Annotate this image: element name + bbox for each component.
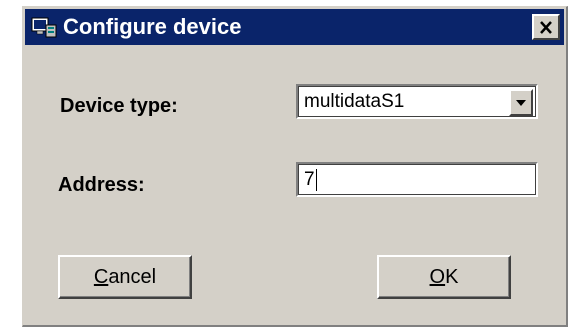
- dropdown-button[interactable]: [509, 89, 533, 116]
- device-config-icon: [29, 12, 59, 42]
- configure-device-dialog: Configure device Device type: multidataS…: [22, 6, 568, 327]
- address-text-wrap: 7: [304, 169, 317, 191]
- address-input[interactable]: 7: [296, 162, 538, 197]
- ok-label: OK: [430, 266, 459, 289]
- address-value: 7: [304, 169, 315, 191]
- cancel-accelerator: C: [93, 265, 109, 288]
- close-button[interactable]: [532, 14, 560, 40]
- device-type-value: multidataS1: [304, 91, 405, 112]
- window-title: Configure device: [63, 14, 242, 39]
- device-type-select[interactable]: multidataS1: [296, 84, 538, 119]
- text-caret: [315, 169, 317, 191]
- ok-label-rest: K: [445, 265, 459, 288]
- chevron-down-icon: [516, 99, 526, 106]
- title-bar[interactable]: Configure device: [25, 9, 564, 45]
- cancel-label: Cancel: [94, 266, 156, 289]
- close-icon: [540, 20, 552, 34]
- ok-accelerator: O: [429, 265, 446, 288]
- device-type-label: Device type:: [60, 95, 178, 117]
- ok-button[interactable]: OK: [377, 255, 511, 299]
- cancel-button[interactable]: Cancel: [58, 255, 192, 299]
- address-label: Address:: [58, 174, 145, 196]
- cancel-label-rest: ancel: [108, 265, 157, 288]
